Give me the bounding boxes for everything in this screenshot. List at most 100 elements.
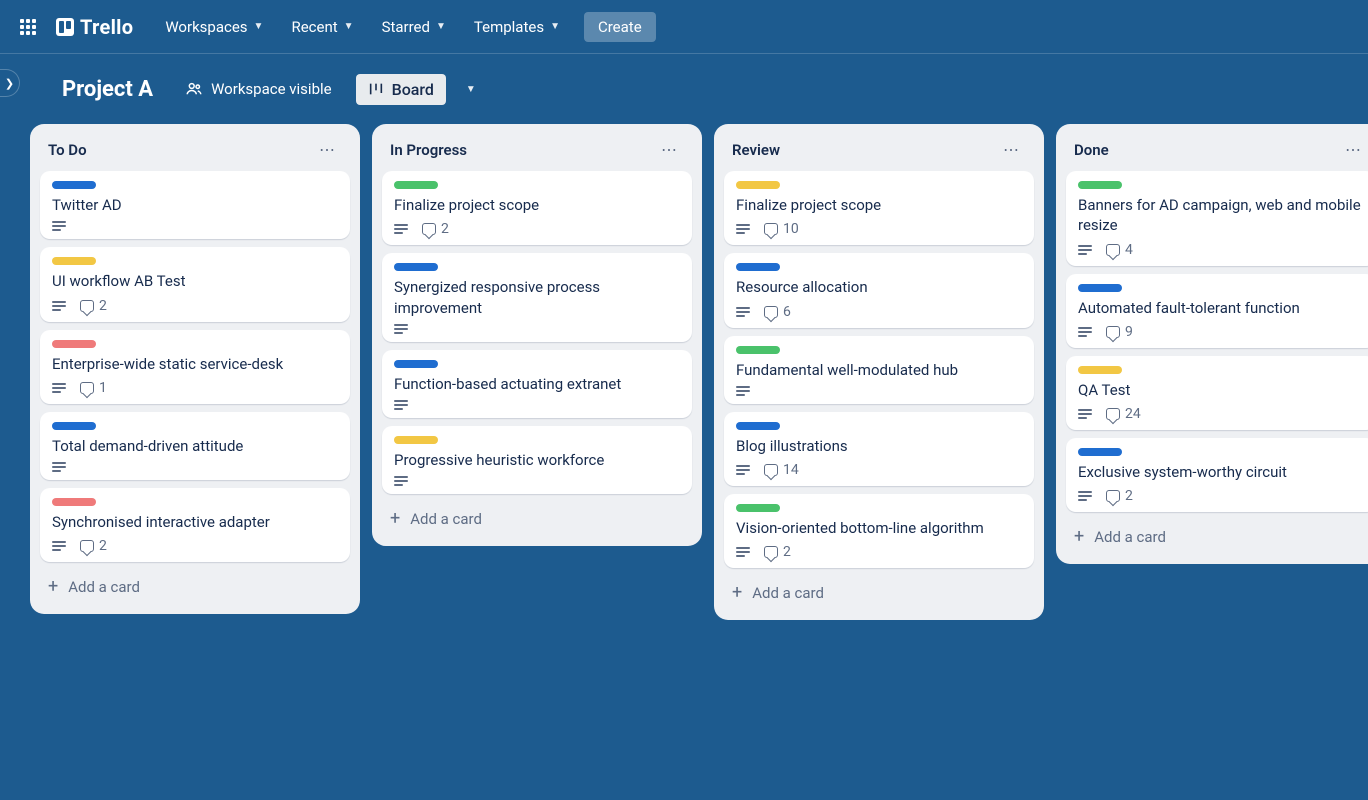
card-label[interactable]: [52, 257, 96, 265]
comment-icon: [80, 382, 94, 394]
card-title: Enterprise-wide static service-desk: [52, 354, 338, 374]
view-switcher-dropdown[interactable]: ▼: [460, 78, 482, 101]
card[interactable]: Vision-oriented bottom-line algorithm2: [724, 494, 1034, 568]
card-title: Fundamental well-modulated hub: [736, 360, 1022, 380]
card-label[interactable]: [1078, 448, 1122, 456]
create-button[interactable]: Create: [584, 12, 656, 42]
card[interactable]: Finalize project scope10: [724, 171, 1034, 245]
comment-icon: [764, 546, 778, 558]
list: To Do ⋯ Twitter AD UI workflow AB Test2 Ente…: [30, 124, 360, 614]
card[interactable]: Blog illustrations14: [724, 412, 1034, 486]
description-icon: [736, 465, 750, 475]
card[interactable]: Enterprise-wide static service-desk1: [40, 330, 350, 404]
card[interactable]: Function-based actuating extranet: [382, 350, 692, 418]
comments-count: 4: [1125, 242, 1133, 258]
description-icon: [394, 224, 408, 234]
card[interactable]: Banners for AD campaign, web and mobile …: [1066, 171, 1368, 266]
card-label[interactable]: [52, 498, 96, 506]
card-title: Automated fault-tolerant function: [1078, 298, 1364, 318]
add-card-button[interactable]: +Add a card: [1066, 520, 1368, 554]
card-title: Function-based actuating extranet: [394, 374, 680, 394]
card-label[interactable]: [52, 181, 96, 189]
description-badge: [394, 476, 408, 486]
comments-badge: 6: [764, 304, 791, 320]
card[interactable]: Twitter AD: [40, 171, 350, 239]
nav-item-workspaces[interactable]: Workspaces▼: [153, 12, 275, 42]
card-badges: 2: [394, 221, 680, 237]
people-icon: [185, 80, 203, 98]
list-title[interactable]: Review: [732, 141, 780, 159]
list: In Progress ⋯ Finalize project scope2 Syner…: [372, 124, 702, 546]
card-label[interactable]: [1078, 366, 1122, 374]
add-card-button[interactable]: +Add a card: [40, 570, 350, 604]
card[interactable]: QA Test24: [1066, 356, 1368, 430]
comments-count: 2: [783, 544, 791, 560]
comment-icon: [1106, 326, 1120, 338]
comments-count: 9: [1125, 324, 1133, 340]
nav-item-templates[interactable]: Templates▼: [462, 12, 572, 42]
card[interactable]: Fundamental well-modulated hub: [724, 336, 1034, 404]
add-card-button[interactable]: +Add a card: [382, 502, 692, 536]
chevron-down-icon: ▼: [550, 21, 560, 32]
list-menu-button[interactable]: ⋯: [313, 138, 342, 161]
card-label[interactable]: [1078, 181, 1122, 189]
card[interactable]: Finalize project scope2: [382, 171, 692, 245]
board-title[interactable]: Project A: [54, 73, 161, 106]
card[interactable]: Total demand-driven attitude: [40, 412, 350, 480]
card-badges: [394, 476, 680, 486]
view-switcher-button[interactable]: Board: [356, 74, 446, 105]
board-view-icon: [368, 81, 384, 97]
app-switcher-button[interactable]: [12, 11, 44, 43]
trello-logo[interactable]: Trello: [48, 11, 141, 43]
chevron-down-icon: ▼: [436, 21, 446, 32]
list-menu-button[interactable]: ⋯: [997, 138, 1026, 161]
card-label[interactable]: [52, 340, 96, 348]
comments-badge: 10: [764, 221, 799, 237]
card[interactable]: Synergized responsive process improvemen…: [382, 253, 692, 342]
list-title[interactable]: To Do: [48, 141, 87, 159]
comments-badge: 2: [1106, 488, 1133, 504]
chevron-right-icon: ❯: [5, 77, 14, 90]
card-label[interactable]: [736, 422, 780, 430]
list-title[interactable]: In Progress: [390, 141, 467, 159]
comment-icon: [422, 223, 436, 235]
chevron-down-icon: ▼: [344, 21, 354, 32]
visibility-button[interactable]: Workspace visible: [175, 74, 342, 104]
card-label[interactable]: [736, 181, 780, 189]
card-badges: [52, 462, 338, 472]
card-badges: 24: [1078, 406, 1364, 422]
card-label[interactable]: [1078, 284, 1122, 292]
nav-item-starred[interactable]: Starred▼: [370, 12, 458, 42]
card-label[interactable]: [394, 263, 438, 271]
description-badge: [52, 541, 66, 551]
plus-icon: +: [48, 578, 58, 596]
card[interactable]: Synchronised interactive adapter2: [40, 488, 350, 562]
description-badge: [736, 224, 750, 234]
nav-item-recent[interactable]: Recent▼: [279, 12, 365, 42]
add-card-button[interactable]: +Add a card: [724, 576, 1034, 610]
comments-badge: 14: [764, 462, 799, 478]
card-label[interactable]: [736, 263, 780, 271]
card-label[interactable]: [52, 422, 96, 430]
description-badge: [394, 224, 408, 234]
list-menu-button[interactable]: ⋯: [655, 138, 684, 161]
card-label[interactable]: [394, 436, 438, 444]
comments-badge: 2: [764, 544, 791, 560]
card[interactable]: UI workflow AB Test2: [40, 247, 350, 321]
list-title[interactable]: Done: [1074, 141, 1109, 159]
card[interactable]: Resource allocation6: [724, 253, 1034, 327]
list-menu-button[interactable]: ⋯: [1339, 138, 1368, 161]
card[interactable]: Progressive heuristic workforce: [382, 426, 692, 494]
card-label[interactable]: [394, 360, 438, 368]
comments-count: 14: [783, 462, 799, 478]
card-label[interactable]: [394, 181, 438, 189]
card[interactable]: Exclusive system-worthy circuit2: [1066, 438, 1368, 512]
card-label[interactable]: [736, 346, 780, 354]
card[interactable]: Automated fault-tolerant function 9: [1066, 274, 1368, 348]
card-badges: 4: [1078, 242, 1364, 258]
card-title: Twitter AD: [52, 195, 338, 215]
card-title: Total demand-driven attitude: [52, 436, 338, 456]
comments-badge: 2: [80, 538, 107, 554]
top-nav: Trello Workspaces▼Recent▼Starred▼Templat…: [0, 0, 1368, 54]
card-label[interactable]: [736, 504, 780, 512]
